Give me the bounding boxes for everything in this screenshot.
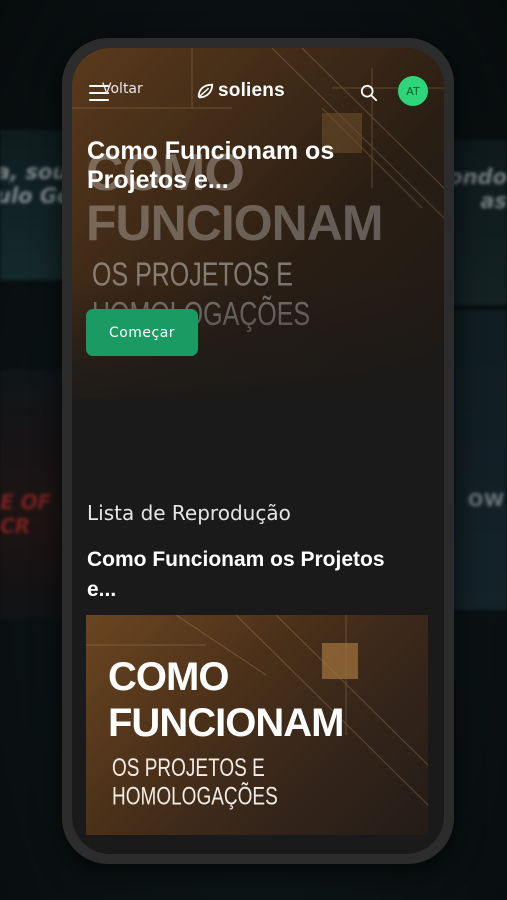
playlist-item-title[interactable]: Como Funcionam os Projetos e... [87,545,387,605]
thumbnail-line1: COMO [108,655,229,699]
thumbnail-line3: OS PROJETOS E HOMOLOGAÇÕES [112,755,278,811]
background-video-right-mid: OW [452,310,507,610]
page-title: Como Funcionam os Projetos e... [87,137,335,194]
background-right-text: ondo as [448,165,507,213]
avatar[interactable]: AT [398,76,428,106]
top-bar: Voltar soliens AT [72,72,444,116]
background-left-mid-text: E OF CR [0,490,52,538]
start-button[interactable]: Começar [86,309,198,356]
background-left-text: a, sou ulo Go [0,160,72,208]
back-link[interactable]: Voltar [102,81,143,97]
logo-text: soliens [218,80,285,101]
logo[interactable]: soliens [196,80,285,102]
playlist-heading: Lista de Reprodução [87,501,291,525]
playlist-item-thumbnail[interactable]: COMO FUNCIONAM OS PROJETOS E HOMOLOGAÇÕE… [86,615,428,835]
phone-screen: COMO FUNCIONAM OS PROJETOS E HOMOLOGAÇÕE… [72,48,444,854]
background-right-mid-text: OW [467,490,505,511]
background-video-right: ondo as [447,140,507,305]
thumbnail-square [322,643,358,679]
search-icon[interactable] [360,84,378,102]
leaf-logo-icon [197,83,214,99]
phone-frame: COMO FUNCIONAM OS PROJETOS E HOMOLOGAÇÕE… [62,38,454,864]
hero-overlay-line2: FUNCIONAM [86,195,384,251]
thumbnail-line2: FUNCIONAM [108,701,344,745]
